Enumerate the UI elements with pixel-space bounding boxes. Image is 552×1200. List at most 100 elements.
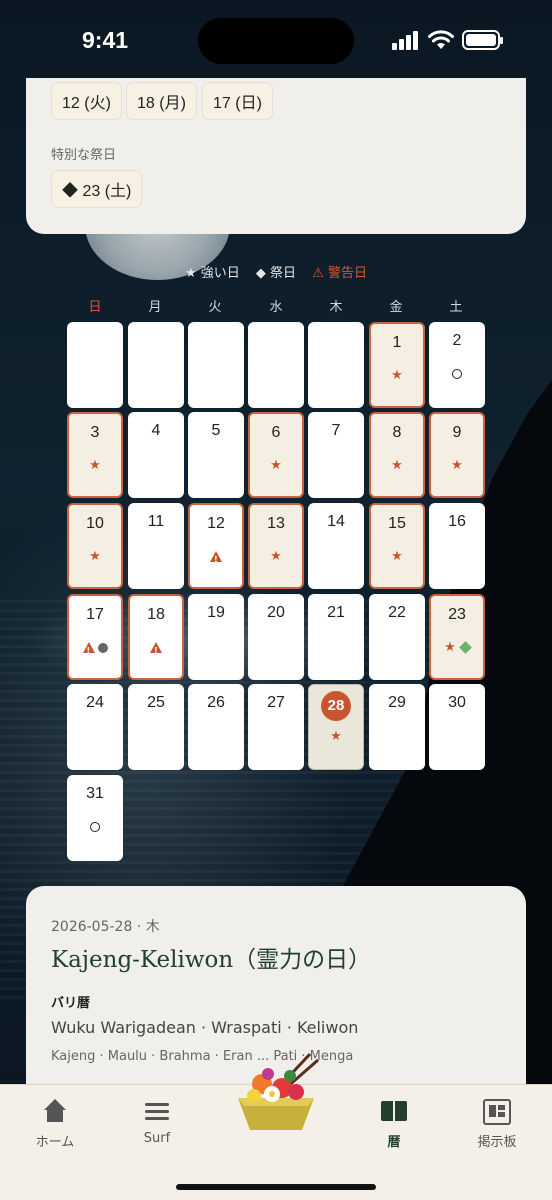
calendar-day-cell[interactable]: 14 <box>308 503 364 589</box>
day-number: 7 <box>331 422 341 439</box>
board-icon <box>483 1099 511 1125</box>
calendar-day-cell[interactable]: 29 <box>369 684 425 770</box>
warning-icon <box>82 642 95 659</box>
tab-label: Surf <box>143 1131 171 1146</box>
strong-day-star-icon: ★ <box>391 549 403 564</box>
day-marks: ★ <box>309 729 363 745</box>
calendar-day-cell[interactable]: 11 <box>128 503 184 589</box>
day-marks: ★ <box>250 458 302 474</box>
detail-date: 2026-05-28 · 木 <box>51 919 160 935</box>
calendar-day-cell[interactable]: 5 <box>188 412 244 498</box>
tab-home[interactable]: ホーム <box>10 1099 100 1150</box>
calendar-day-cell[interactable]: 6 ★ <box>248 412 304 498</box>
calendar-day-cell[interactable]: 25 <box>128 684 184 770</box>
status-bar: 9:41 <box>0 0 552 80</box>
calendar-empty-cell[interactable] <box>308 322 364 408</box>
calendar-empty-cell[interactable] <box>128 322 184 408</box>
calendar-day-cell[interactable]: 4 <box>128 412 184 498</box>
day-number: 20 <box>267 604 285 621</box>
day-marks: ★ <box>69 549 121 565</box>
day-number: 19 <box>207 604 225 621</box>
weekday-label: 火 <box>208 300 222 315</box>
day-number: 29 <box>388 694 406 711</box>
calendar-day-cell[interactable]: 13 ★ <box>248 503 304 589</box>
date-chip[interactable]: 12 (火) <box>51 82 122 120</box>
calendar-day-cell[interactable]: 2 <box>429 322 485 408</box>
calendar-day-cell[interactable]: 28 ★ <box>308 684 364 770</box>
tab-label: ホーム <box>35 1135 75 1150</box>
wifi-icon <box>428 30 454 49</box>
calendar-day-cell[interactable]: 9 ★ <box>429 412 485 498</box>
waves-icon <box>143 1099 171 1125</box>
calendar-day-cell[interactable]: 23 ★ <box>429 594 485 680</box>
day-number: 6 <box>271 424 281 441</box>
day-number: 27 <box>267 694 285 711</box>
calendar-day-cell[interactable]: 3 ★ <box>67 412 123 498</box>
day-number: 4 <box>151 422 161 439</box>
day-number: 31 <box>86 785 104 802</box>
strong-day-star-icon: ★ <box>270 458 282 473</box>
detail-title: Kajeng-Keliwon（霊力の日） <box>51 947 372 973</box>
home-icon <box>41 1099 69 1125</box>
calendar-empty-cell[interactable] <box>67 322 123 408</box>
circle-outline-icon <box>452 368 462 379</box>
date-chip[interactable]: 17 (日) <box>202 82 273 120</box>
date-chip[interactable]: 18 (月) <box>126 82 197 120</box>
tab-label: 暦 <box>387 1135 401 1150</box>
calendar-empty-cell[interactable] <box>248 322 304 408</box>
day-number: 17 <box>86 606 104 623</box>
day-number: 26 <box>207 694 225 711</box>
weekday-label: 土 <box>449 300 463 315</box>
calendar-day-cell[interactable]: 16 <box>429 503 485 589</box>
day-number: 18 <box>147 606 165 623</box>
weekday-label: 木 <box>329 300 343 315</box>
tab-label: 掲示板 <box>477 1135 517 1150</box>
calendar-day-cell[interactable]: 19 <box>188 594 244 680</box>
legend-festival-day: ◆ 祭日 <box>255 266 297 281</box>
weekday-label: 月 <box>148 300 162 315</box>
circle-outline-icon <box>90 821 100 832</box>
calendar-day-cell[interactable]: 20 <box>248 594 304 680</box>
day-number: 12 <box>207 515 225 532</box>
day-number: 25 <box>147 694 165 711</box>
day-marks <box>67 819 123 835</box>
calendar-day-cell[interactable]: 10 ★ <box>67 503 123 589</box>
day-marks: ★ <box>371 549 423 565</box>
strong-day-star-icon: ★ <box>391 458 403 473</box>
festival-date-chip[interactable]: ◆ 23 (土) <box>51 170 143 208</box>
canang-offering-icon[interactable] <box>224 1046 328 1136</box>
calendar-empty-cell[interactable] <box>188 322 244 408</box>
legend-warning-day: ⚠ 警告日 <box>312 266 367 281</box>
warning-icon <box>210 551 222 568</box>
calendar-day-cell[interactable]: 30 <box>429 684 485 770</box>
tab-calendar[interactable]: 暦 <box>349 1099 439 1150</box>
calendar-day-cell[interactable]: 26 <box>188 684 244 770</box>
filled-dot-icon <box>97 642 108 653</box>
calendar-day-cell[interactable]: 22 <box>369 594 425 680</box>
weekday-label: 水 <box>269 300 283 315</box>
strong-day-star-icon: ★ <box>391 368 403 383</box>
calendar-day-cell[interactable]: 21 <box>308 594 364 680</box>
calendar-day-cell[interactable]: 18 <box>128 594 184 680</box>
day-number: 9 <box>452 424 462 441</box>
calendar-day-cell[interactable]: 17 <box>67 594 123 680</box>
calendar-day-cell[interactable]: 15 ★ <box>369 503 425 589</box>
strong-day-star-icon: ★ <box>89 549 101 564</box>
calendar-day-cell[interactable]: 12 <box>188 503 244 589</box>
calendar-day-cell[interactable]: 8 ★ <box>369 412 425 498</box>
dates-summary-card: 12 (火) 18 (月) 17 (日) 特別な祭日 ◆ 23 (土) <box>26 78 526 234</box>
day-number: 24 <box>86 694 104 711</box>
festival-section-label: 特別な祭日 <box>51 148 117 163</box>
day-number: 14 <box>327 513 345 530</box>
calendar-day-cell[interactable]: 27 <box>248 684 304 770</box>
day-number: 23 <box>448 606 466 623</box>
tab-surf[interactable]: Surf <box>112 1099 202 1146</box>
calendar-day-cell[interactable]: 1 ★ <box>369 322 425 408</box>
tab-board[interactable]: 掲示板 <box>452 1099 542 1150</box>
day-number: 3 <box>90 424 100 441</box>
calendar-day-cell[interactable]: 24 <box>67 684 123 770</box>
calendar-day-cell[interactable]: 7 <box>308 412 364 498</box>
strong-day-star-icon: ★ <box>330 729 342 744</box>
day-marks: ★ <box>371 458 423 474</box>
calendar-day-cell[interactable]: 31 <box>67 775 123 861</box>
